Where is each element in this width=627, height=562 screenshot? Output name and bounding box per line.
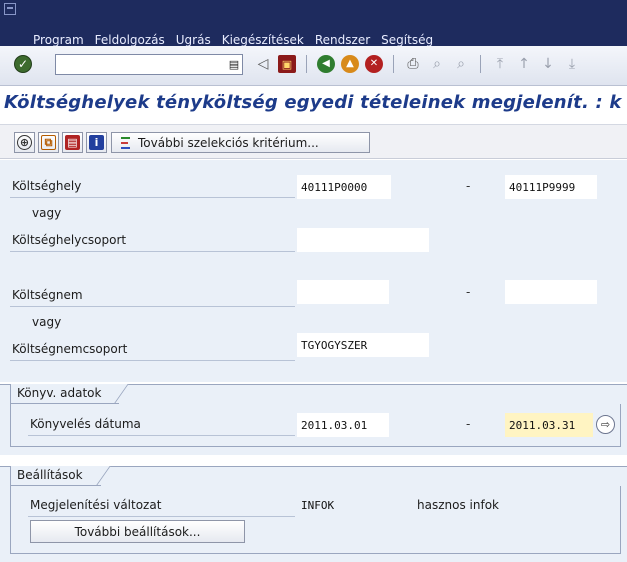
back-icon[interactable]: ◀	[317, 55, 335, 73]
more-selection-criteria-label: További szelekciós kritérium...	[138, 135, 319, 150]
label-underline	[28, 516, 295, 517]
cost-element-from-field[interactable]	[297, 280, 389, 304]
get-variant-button[interactable]: ⧉	[38, 132, 59, 153]
variant-icon: ⧉	[41, 135, 56, 150]
menu-bar: Program Feldolgozás Ugrás Kiegészítések …	[0, 0, 627, 47]
main-menu: Program Feldolgozás Ugrás Kiegészítések …	[33, 33, 433, 47]
posting-date-from-input[interactable]	[301, 413, 389, 437]
cost-element-to-input[interactable]	[509, 280, 597, 304]
standard-toolbar: ✓ ▤ ◁ ▣ ◀ ▲ ✕ ⎙ ⌕ ⌕ ⤒ ↑ ↓ ⤓	[0, 46, 627, 86]
save-variant-button[interactable]: ▤	[62, 132, 83, 153]
toolbar-separator	[306, 55, 307, 73]
cost-center-from-input[interactable]	[301, 175, 391, 199]
cost-center-group-field[interactable]	[297, 228, 429, 252]
menu-ugras[interactable]: Ugrás	[176, 33, 211, 47]
cost-center-from-field[interactable]	[297, 175, 391, 199]
cost-element-group-field[interactable]	[297, 333, 429, 357]
cost-center-group-input[interactable]	[301, 228, 429, 252]
toolbar-icons: ◁ ▣ ◀ ▲ ✕ ⎙ ⌕ ⌕ ⤒ ↑ ↓ ⤓	[254, 55, 581, 73]
find-icon[interactable]: ⌕	[428, 55, 446, 73]
range-separator: -	[466, 417, 471, 431]
menu-kiegeszitesek[interactable]: Kiegészítések	[222, 33, 304, 47]
or-label: vagy	[32, 315, 62, 329]
posting-data-group-title: Könyv. adatok	[10, 384, 120, 404]
settings-group: Beállítások Megjelenítési változat haszn…	[0, 466, 627, 562]
posting-date-to-field[interactable]	[505, 413, 593, 437]
range-separator: -	[466, 179, 471, 193]
menu-rendszer[interactable]: Rendszer	[315, 33, 370, 47]
posting-date-to-input[interactable]	[509, 413, 593, 437]
previous-page-icon[interactable]: ↑	[515, 55, 533, 73]
command-field[interactable]: ▤	[55, 54, 243, 75]
settings-group-title: Beállítások	[10, 466, 101, 486]
menu-feldolgozas[interactable]: Feldolgozás	[95, 33, 165, 47]
execute-button[interactable]: ⊕	[14, 132, 35, 153]
execute-icon: ⊕	[17, 135, 32, 150]
cost-center-group-label: Költséghelycsoport	[12, 233, 127, 247]
enter-check-icon[interactable]: ✓	[14, 55, 32, 73]
cost-element-label: Költségnem	[12, 288, 83, 302]
layout-label: Megjelenítési változat	[30, 498, 162, 512]
cost-element-to-field[interactable]	[505, 280, 597, 304]
label-underline	[28, 435, 295, 436]
cost-element-from-input[interactable]	[301, 280, 389, 304]
page-title: Költséghelyek tényköltség egyedi tételei…	[4, 92, 622, 113]
info-button[interactable]: i	[86, 132, 107, 153]
layout-field[interactable]	[297, 493, 389, 517]
label-underline	[10, 197, 295, 198]
info-icon: i	[89, 135, 104, 150]
range-separator: -	[466, 285, 471, 299]
command-history-icon[interactable]: ▤	[228, 57, 240, 72]
selection-criteria-icon	[118, 136, 132, 149]
find-next-icon[interactable]: ⌕	[452, 55, 470, 73]
next-page-icon[interactable]: ↓	[539, 55, 557, 73]
first-page-icon[interactable]: ⤒	[491, 55, 509, 73]
cost-center-to-input[interactable]	[509, 175, 597, 199]
toolbar-separator	[393, 55, 394, 73]
more-selection-criteria-button[interactable]: További szelekciós kritérium...	[111, 132, 370, 153]
cost-center-to-field[interactable]	[505, 175, 597, 199]
posting-data-group: Könyv. adatok Könyvelés dátuma - ⇨	[0, 384, 627, 455]
cancel-icon[interactable]: ✕	[365, 55, 383, 73]
chevron-left-icon[interactable]: ◁	[254, 55, 272, 73]
save-variant-icon: ▤	[65, 135, 80, 150]
layout-description: hasznos infok	[417, 498, 499, 512]
layout-input[interactable]	[301, 493, 389, 517]
toolbar-separator	[480, 55, 481, 73]
exit-icon[interactable]: ▲	[341, 55, 359, 73]
menu-segitseg[interactable]: Segítség	[381, 33, 433, 47]
save-icon[interactable]: ▣	[278, 55, 296, 73]
cost-element-group-label: Költségnemcsoport	[12, 342, 128, 356]
print-icon[interactable]: ⎙	[404, 55, 422, 73]
application-toolbar: ⊕ ⧉ ▤ i További szelekciós kritérium...	[0, 124, 627, 159]
system-menu-icon[interactable]	[4, 3, 16, 15]
menu-program[interactable]: Program	[33, 33, 84, 47]
multiple-selection-icon[interactable]: ⇨	[596, 415, 615, 434]
selection-area: Költséghely - vagy Költséghelycsoport Kö…	[0, 160, 627, 382]
label-underline	[10, 360, 295, 361]
label-underline	[10, 306, 295, 307]
command-input[interactable]	[56, 55, 224, 74]
or-label: vagy	[32, 206, 62, 220]
more-settings-button[interactable]: További beállítások...	[30, 520, 245, 543]
label-underline	[10, 251, 295, 252]
posting-date-label: Könyvelés dátuma	[30, 417, 141, 431]
last-page-icon[interactable]: ⤓	[563, 55, 581, 73]
cost-center-label: Költséghely	[12, 179, 82, 193]
cost-element-group-input[interactable]	[301, 333, 429, 357]
posting-date-from-field[interactable]	[297, 413, 389, 437]
